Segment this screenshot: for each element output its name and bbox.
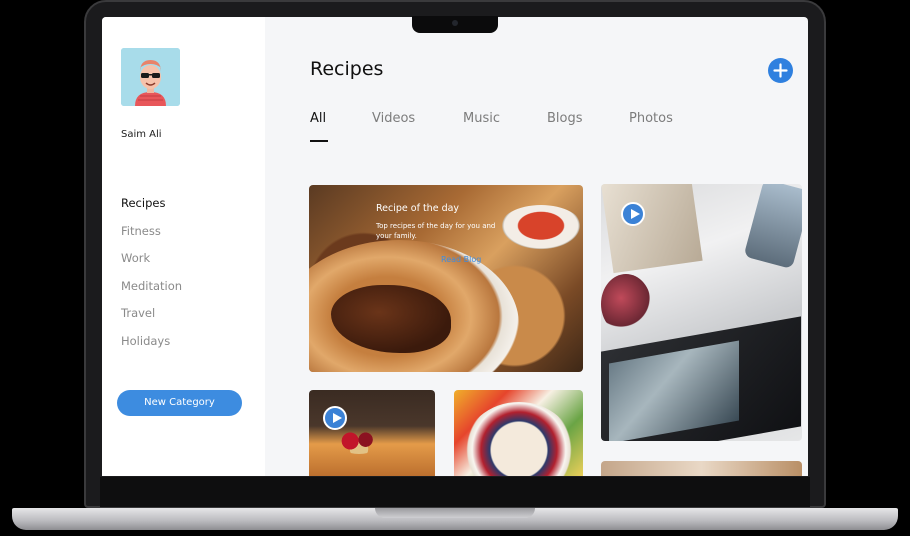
sidebar-item-work[interactable]: Work <box>121 250 182 278</box>
tab-music[interactable]: Music <box>463 111 500 126</box>
avatar[interactable] <box>121 48 180 106</box>
add-button[interactable] <box>768 58 793 83</box>
play-icon[interactable] <box>621 202 645 226</box>
photo-card-fruit-bowl[interactable] <box>454 390 583 476</box>
tab-all[interactable]: All <box>310 111 328 142</box>
photo-card-partial[interactable] <box>601 461 802 476</box>
sidebar-item-fitness[interactable]: Fitness <box>121 223 182 251</box>
laptop-base-notch <box>375 508 535 518</box>
video-card-pancakes[interactable] <box>309 390 435 476</box>
sidebar: Saim Ali Recipes Fitness Work Meditation… <box>102 17 265 476</box>
active-tab-indicator <box>310 140 328 142</box>
featured-title: Recipe of the day <box>376 203 460 214</box>
phone-image <box>743 184 802 270</box>
video-card-workspace[interactable] <box>601 184 802 441</box>
avatar-icon <box>121 48 180 106</box>
plus-icon <box>773 63 788 78</box>
read-blog-link[interactable]: Read Blog <box>441 255 481 264</box>
sidebar-item-recipes[interactable]: Recipes <box>121 195 182 223</box>
page-title: Recipes <box>310 58 384 80</box>
play-icon[interactable] <box>323 406 347 430</box>
sidebar-item-holidays[interactable]: Holidays <box>121 333 182 361</box>
new-category-button[interactable]: New Category <box>117 390 242 416</box>
tab-photos[interactable]: Photos <box>629 111 673 126</box>
fruit-bowl-image <box>464 402 574 476</box>
tab-label: All <box>310 111 327 126</box>
tab-blogs[interactable]: Blogs <box>547 111 583 126</box>
sidebar-item-meditation[interactable]: Meditation <box>121 278 182 306</box>
laptop-bottom-bezel <box>100 477 810 507</box>
sidebar-item-travel[interactable]: Travel <box>121 305 182 333</box>
sauce-bowl-image <box>499 205 583 251</box>
user-name: Saim Ali <box>121 129 162 140</box>
tab-videos[interactable]: Videos <box>372 111 415 126</box>
berries-image <box>337 428 381 454</box>
flowers-image <box>601 274 651 334</box>
category-nav: Recipes Fitness Work Meditation Travel H… <box>121 195 182 360</box>
camera-icon <box>452 20 458 26</box>
app-screen: Saim Ali Recipes Fitness Work Meditation… <box>102 17 808 476</box>
camera-notch <box>412 16 498 33</box>
featured-subtitle: Top recipes of the day for you and your … <box>376 222 496 240</box>
magazine-image <box>601 184 703 274</box>
featured-recipe-card[interactable]: Recipe of the day Top recipes of the day… <box>309 185 583 372</box>
